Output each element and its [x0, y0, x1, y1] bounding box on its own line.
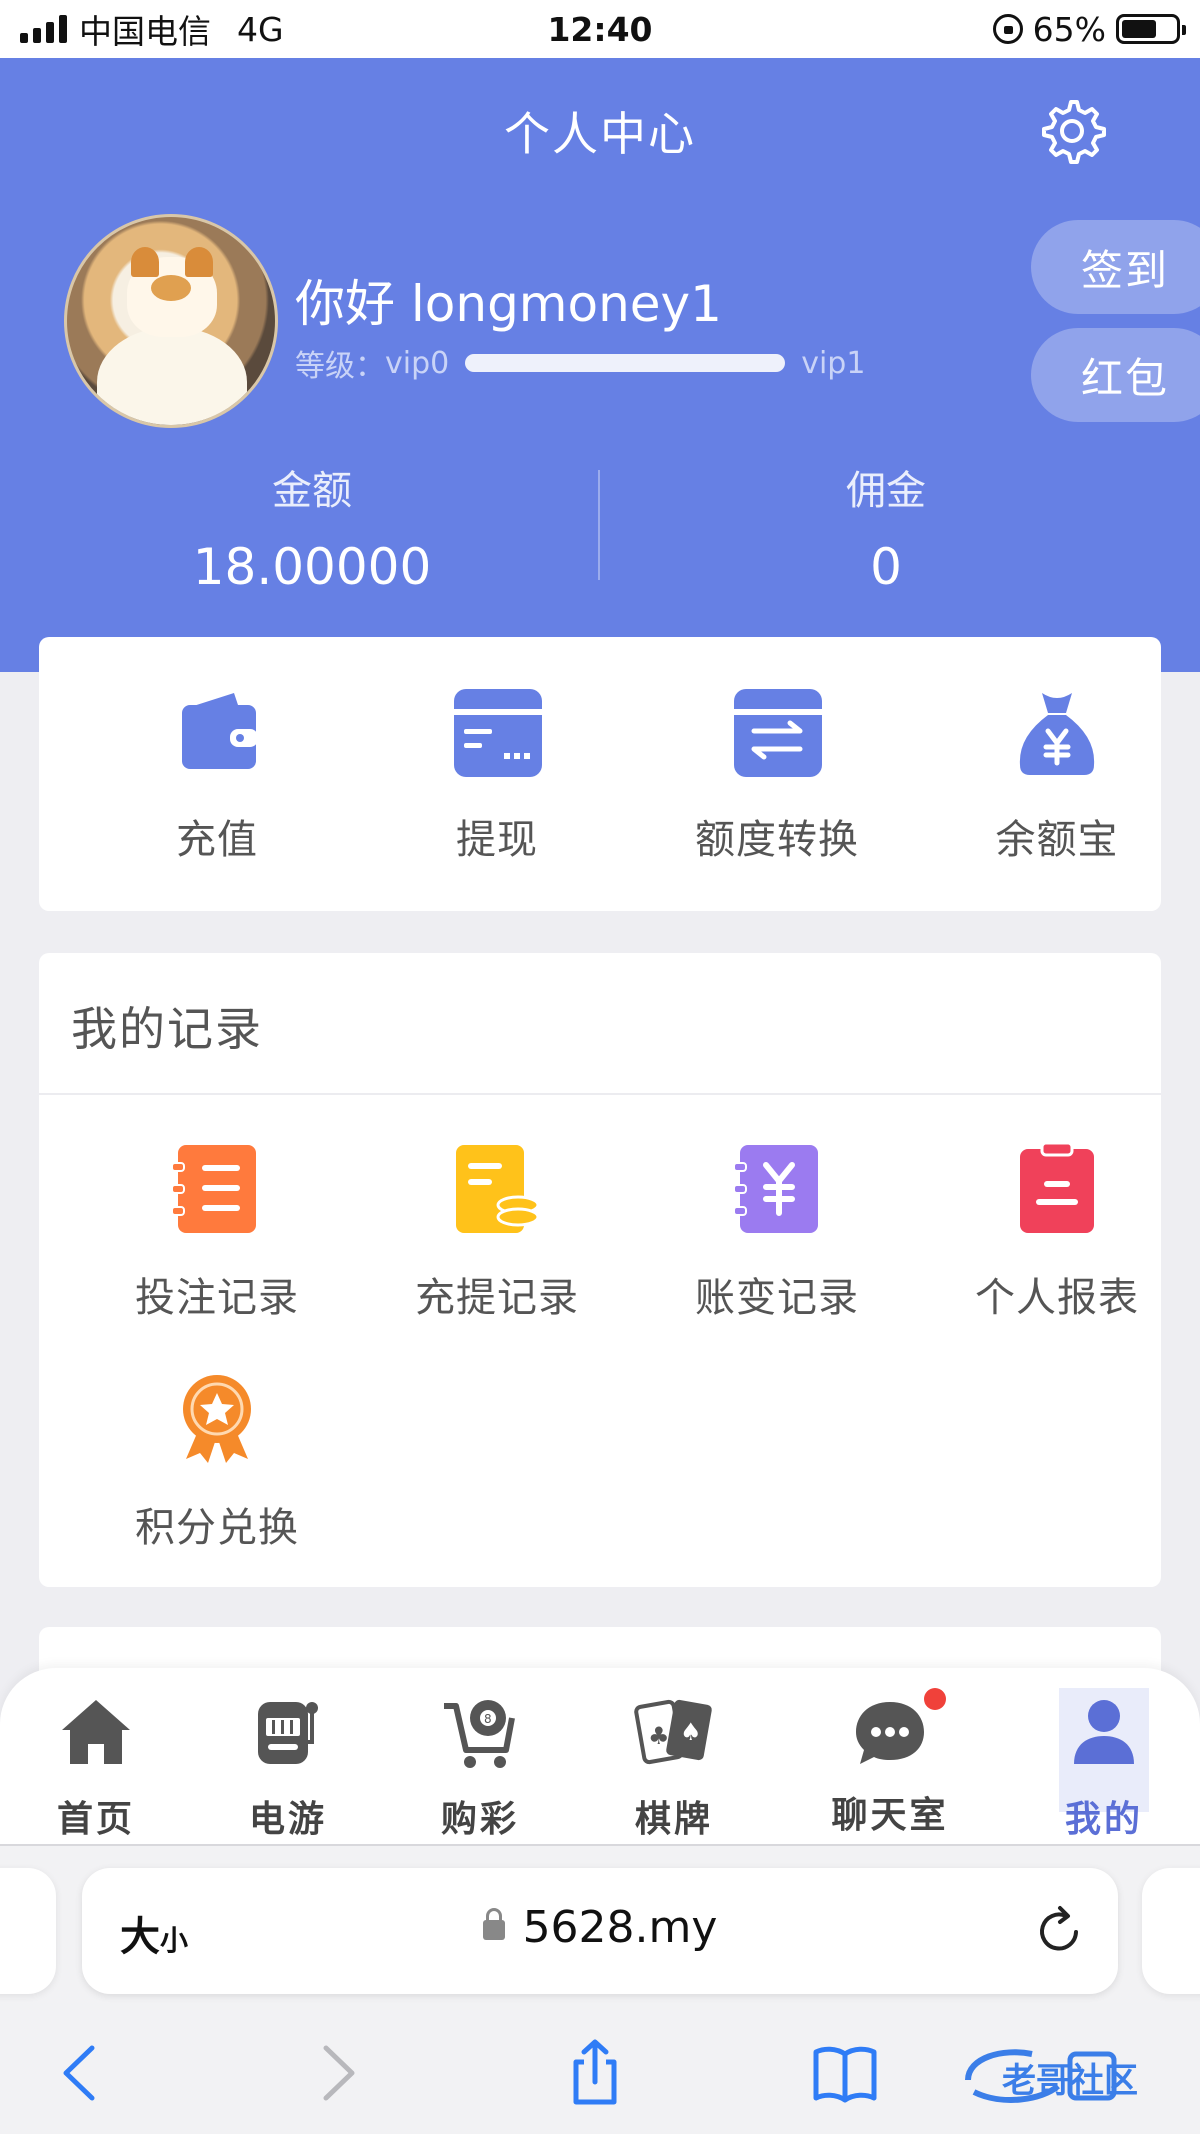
record-label: 投注记录	[135, 1275, 299, 1321]
balance-stat: 金额 18.00000	[112, 458, 512, 596]
vip-level-row: 等级： vip0 vip1	[295, 341, 895, 385]
record-label: 积分兑换	[135, 1505, 299, 1551]
bottom-tab-bar: 首页 电游 8 购彩 ♣ ♠ 棋牌 聊天室 我的	[0, 1668, 1200, 1846]
svg-text:8: 8	[484, 1712, 492, 1726]
quick-action-withdraw[interactable]: 提现	[357, 687, 637, 865]
tab-chat-room[interactable]: 聊天室	[820, 1688, 960, 1838]
svg-text:老哥社区: 老哥社区	[1002, 2061, 1138, 2101]
notification-dot	[924, 1688, 946, 1710]
points-exchange-icon	[183, 1375, 251, 1463]
browser-toolbar: 大小 5628.my 老哥社区	[0, 1846, 1200, 2134]
quick-action-label: 额度转换	[695, 817, 859, 863]
record-points-exchange[interactable]: 积分兑换	[77, 1373, 357, 1553]
back-arrow-icon[interactable]	[48, 2038, 118, 2108]
battery-percent: 65%	[1032, 9, 1106, 49]
watermark-logo: 老哥社区	[965, 2049, 1138, 2103]
avatar[interactable]	[64, 214, 278, 428]
record-label: 充提记录	[415, 1275, 579, 1321]
lock-icon	[482, 1908, 505, 1940]
url-text: 5628.my	[522, 1902, 718, 1953]
money-bag-icon	[1019, 693, 1095, 775]
level-progress-bar	[465, 354, 786, 372]
greeting-text: 你好 longmoney1	[295, 275, 722, 333]
quick-action-yuebao[interactable]: 余额宝	[917, 687, 1197, 865]
record-label: 个人报表	[975, 1275, 1139, 1321]
previous-tab-preview[interactable]	[0, 1868, 56, 1994]
profile-header: 个人中心 你好 longmoney1 等级： vip0 vip1 签到 红包 金…	[0, 58, 1200, 672]
quick-action-label: 余额宝	[995, 817, 1119, 863]
share-icon[interactable]	[560, 2038, 630, 2108]
next-tab-preview[interactable]	[1142, 1868, 1200, 1994]
record-bet-history[interactable]: 投注记录	[77, 1143, 357, 1323]
svg-text:♠: ♠	[680, 1718, 702, 1746]
cards-icon: ♣ ♠	[634, 1699, 712, 1765]
tab-label: 购彩	[440, 1799, 519, 1840]
chat-icon	[856, 1702, 924, 1764]
svg-text:♣: ♣	[648, 1722, 670, 1750]
red-packet-button[interactable]: 红包	[1031, 328, 1200, 422]
quick-actions-card: 充值 提现 额度转换 余额宝	[39, 637, 1161, 911]
records-divider	[39, 1093, 1161, 1095]
balance-value: 18.00000	[192, 538, 432, 596]
bet-record-icon	[171, 1145, 256, 1233]
record-personal-report[interactable]: 个人报表	[917, 1141, 1197, 1323]
slot-machine-icon	[258, 1702, 318, 1764]
user-icon	[1074, 1700, 1134, 1764]
quick-action-transfer[interactable]: 额度转换	[637, 687, 917, 865]
tab-chess-cards[interactable]: ♣ ♠ 棋牌	[604, 1692, 744, 1842]
signal-icon	[20, 15, 67, 43]
tab-e-games[interactable]: 电游	[218, 1692, 358, 1842]
tab-lottery[interactable]: 8 购彩	[410, 1692, 550, 1842]
quick-action-label: 充值	[176, 817, 258, 863]
level-label: 等级：	[295, 349, 385, 384]
record-label: 账变记录	[695, 1275, 859, 1321]
forward-arrow-icon[interactable]	[300, 2038, 370, 2108]
stat-divider	[598, 470, 600, 580]
report-icon	[1020, 1141, 1094, 1233]
tab-label: 棋牌	[634, 1799, 713, 1840]
address-bar[interactable]: 大小 5628.my	[82, 1868, 1118, 1994]
battery-icon	[1116, 14, 1186, 44]
quick-action-label: 提现	[456, 817, 538, 863]
status-bar: 中国电信 4G 12:40 65%	[0, 0, 1200, 58]
tab-label: 聊天室	[831, 1795, 949, 1836]
level-current: vip0	[385, 345, 450, 381]
url-display[interactable]: 5628.my	[82, 1902, 1118, 1953]
commission-value: 0	[870, 538, 902, 596]
reload-icon[interactable]	[1032, 1904, 1086, 1958]
my-records-card: 我的记录 投注记录 充提记录 账变记录 个人报表 积分兑换	[39, 953, 1161, 1587]
network-label: 4G	[237, 9, 284, 49]
bookmarks-icon[interactable]	[810, 2038, 880, 2108]
record-deposit-withdraw[interactable]: 充提记录	[357, 1143, 637, 1323]
record-account-change[interactable]: 账变记录	[637, 1143, 917, 1323]
commission-label: 佣金	[846, 468, 926, 514]
page-title: 个人中心	[504, 107, 696, 161]
wallet-icon	[182, 693, 258, 769]
tab-label: 电游	[248, 1799, 327, 1840]
sign-in-button[interactable]: 签到	[1031, 220, 1200, 314]
lottery-cart-icon: 8	[444, 1700, 515, 1768]
tab-label: 首页	[56, 1799, 135, 1840]
records-title: 我的记录	[71, 1002, 263, 1056]
deposit-record-icon	[456, 1145, 540, 1233]
commission-stat: 佣金 0	[686, 458, 1086, 596]
carrier-label: 中国电信	[79, 12, 211, 51]
quick-action-recharge[interactable]: 充值	[77, 687, 357, 865]
account-change-icon	[733, 1145, 818, 1233]
tab-home[interactable]: 首页	[26, 1692, 166, 1842]
settings-gear-icon[interactable]	[1036, 96, 1106, 166]
balance-label: 金额	[272, 468, 352, 514]
tab-label: 我的	[1064, 1799, 1143, 1840]
transfer-icon	[734, 689, 822, 777]
level-next: vip1	[801, 345, 866, 381]
home-icon	[62, 1700, 130, 1764]
orientation-lock-icon	[992, 14, 1023, 44]
card-icon	[454, 689, 542, 777]
tab-mine[interactable]: 我的	[1034, 1688, 1174, 1842]
